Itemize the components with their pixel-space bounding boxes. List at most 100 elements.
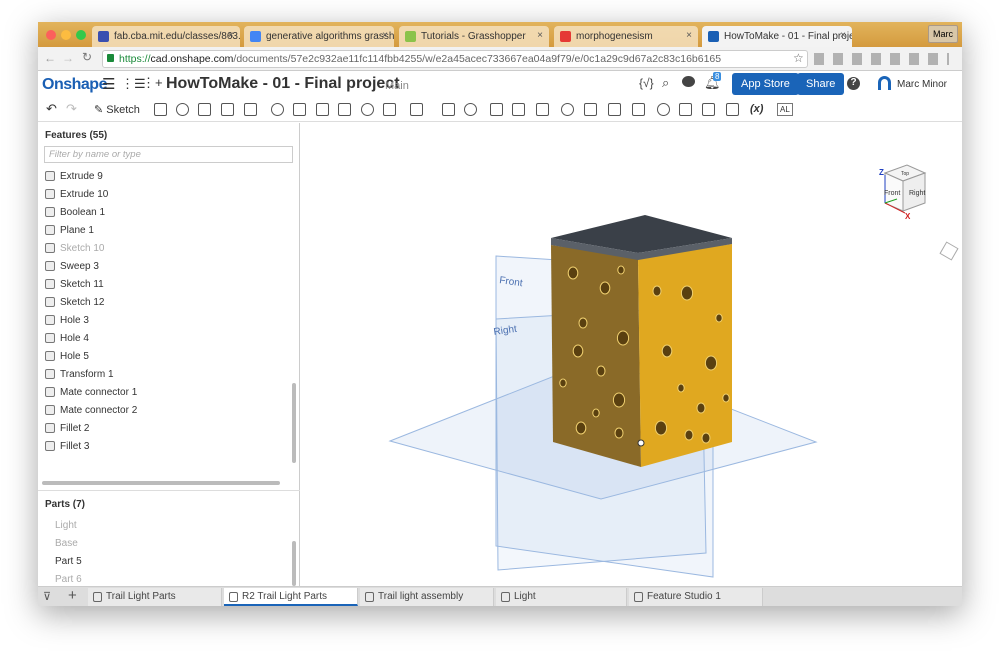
3d-viewport[interactable]: Front Right Front Right Top Z X — [301, 123, 962, 586]
share-button[interactable]: Share — [797, 73, 845, 95]
app-store-button[interactable]: App Store — [732, 73, 799, 95]
feature-item[interactable]: Hole 5 — [45, 347, 89, 365]
document-tab[interactable]: R2 Trail Light Parts — [224, 588, 358, 606]
tool-icon[interactable] — [442, 103, 455, 116]
feature-item[interactable]: Sketch 11 — [45, 275, 104, 293]
tool-icon[interactable] — [316, 103, 329, 116]
tool-icon[interactable] — [361, 103, 374, 116]
add-tab-icon[interactable]: + — [68, 587, 77, 604]
close-tab-icon[interactable]: × — [840, 30, 846, 41]
menu-icon[interactable]: ☰ — [102, 75, 115, 93]
part-item[interactable]: Base — [55, 538, 78, 549]
document-tab[interactable]: Feature Studio 1 — [629, 588, 763, 606]
zoom-window-button[interactable] — [76, 30, 86, 40]
url-field[interactable]: https://cad.onshape.com/documents/57e2c9… — [102, 50, 808, 68]
user-menu[interactable]: Marc Minor — [897, 79, 947, 90]
tool-icon[interactable] — [536, 103, 549, 116]
close-tab-icon[interactable]: × — [228, 30, 234, 41]
tool-icon[interactable] — [271, 103, 284, 116]
browser-tab[interactable]: HowToMake - 01 - Final projec × — [702, 26, 852, 47]
back-icon[interactable]: ← — [44, 51, 56, 65]
feature-list-scrollbar[interactable] — [292, 383, 296, 463]
part-item[interactable]: Part 6 — [55, 574, 82, 585]
feature-item[interactable]: Boolean 1 — [45, 203, 105, 221]
tool-icon[interactable] — [512, 103, 525, 116]
tab-manager-icon[interactable]: ⊽ — [43, 590, 51, 603]
part-item[interactable]: Light — [55, 520, 77, 531]
comments-icon[interactable] — [682, 76, 695, 87]
redo-icon[interactable]: ↷ — [66, 101, 77, 117]
variables-icon[interactable]: {√} — [639, 76, 654, 90]
tool-icon[interactable] — [464, 103, 477, 116]
insert-icon[interactable]: ⋮+ — [142, 75, 163, 91]
tool-icon[interactable] — [383, 103, 396, 116]
browser-tab[interactable]: generative algorithms grassho × — [244, 26, 394, 47]
tool-icon[interactable] — [657, 103, 670, 116]
minimize-window-button[interactable] — [61, 30, 71, 40]
browser-tab[interactable]: Tutorials - Grasshopper × — [399, 26, 549, 47]
part-front-face[interactable] — [551, 245, 641, 467]
variable-button[interactable]: (x) — [750, 103, 763, 115]
document-tab[interactable]: Trail Light Parts — [88, 588, 222, 606]
view-cube[interactable]: Front Right Top Z X — [877, 163, 927, 221]
feature-filter-input[interactable]: Filter by name or type — [44, 146, 293, 163]
tool-icon[interactable] — [154, 103, 167, 116]
tool-icon[interactable] — [726, 103, 739, 116]
model-view[interactable]: Front Right — [301, 123, 962, 586]
tool-icon[interactable] — [293, 103, 306, 116]
feature-item[interactable]: Fillet 2 — [45, 419, 89, 437]
feature-item[interactable]: Mate connector 1 — [45, 383, 137, 401]
branch-label[interactable]: Main — [385, 80, 409, 92]
tool-icon[interactable] — [584, 103, 597, 116]
user-avatar-icon[interactable] — [878, 76, 891, 90]
feature-item[interactable]: Sketch 12 — [45, 293, 104, 311]
horizontal-scrollbar[interactable] — [42, 481, 280, 485]
mate-connector[interactable] — [637, 439, 645, 447]
tab-title: fab.cba.mit.edu/classes/863.1 — [114, 31, 240, 42]
tool-icon[interactable] — [338, 103, 351, 116]
tool-icon[interactable] — [221, 103, 234, 116]
custom-features-button[interactable]: AL — [777, 103, 793, 116]
tool-icon[interactable] — [632, 103, 645, 116]
reload-icon[interactable]: ↻ — [82, 50, 92, 64]
browser-tab[interactable]: morphogenesism × — [554, 26, 698, 47]
feature-item[interactable]: Extrude 10 — [45, 185, 108, 203]
feature-item[interactable]: Hole 3 — [45, 311, 89, 329]
feature-item[interactable]: Sweep 3 — [45, 257, 99, 275]
browser-tab[interactable]: fab.cba.mit.edu/classes/863.1 × — [92, 26, 240, 47]
feature-item[interactable]: Fillet 3 — [45, 437, 89, 455]
tool-icon[interactable] — [679, 103, 692, 116]
tool-icon[interactable] — [198, 103, 211, 116]
sketch-button[interactable]: ✎ Sketch — [94, 103, 140, 116]
search-icon[interactable]: ⌕ — [662, 75, 669, 91]
help-icon[interactable]: ? — [847, 77, 860, 90]
feature-item[interactable]: Transform 1 — [45, 365, 114, 383]
extension-icons[interactable] — [814, 53, 949, 65]
tool-icon[interactable] — [244, 103, 257, 116]
tool-icon[interactable] — [702, 103, 715, 116]
onshape-logo[interactable]: Onshape — [42, 76, 107, 94]
tool-icon[interactable] — [490, 103, 503, 116]
tool-icon[interactable] — [561, 103, 574, 116]
bookmark-star-icon[interactable]: ☆ — [793, 51, 804, 65]
feature-item[interactable]: Plane 1 — [45, 221, 94, 239]
feature-item[interactable]: Hole 4 — [45, 329, 89, 347]
tool-icon[interactable] — [608, 103, 621, 116]
document-tab[interactable]: Light — [496, 588, 627, 606]
feature-item[interactable]: Mate connector 2 — [45, 401, 137, 419]
parts-scrollbar[interactable] — [292, 541, 296, 586]
undo-icon[interactable]: ↶ — [46, 101, 57, 117]
forward-icon[interactable]: → — [62, 51, 74, 65]
profile-button[interactable]: Marc — [928, 25, 958, 43]
document-tab[interactable]: Trail light assembly — [360, 588, 494, 606]
close-tab-icon[interactable]: × — [686, 30, 692, 41]
tool-icon[interactable] — [176, 103, 189, 116]
part-item[interactable]: Part 5 — [55, 556, 82, 567]
tool-icon[interactable] — [410, 103, 423, 116]
close-window-button[interactable] — [46, 30, 56, 40]
close-tab-icon[interactable]: × — [382, 30, 388, 41]
close-tab-icon[interactable]: × — [537, 30, 543, 41]
feature-item[interactable]: Extrude 9 — [45, 167, 103, 185]
sketch-label: Sketch — [106, 104, 140, 116]
feature-item[interactable]: Sketch 10 — [45, 239, 104, 257]
